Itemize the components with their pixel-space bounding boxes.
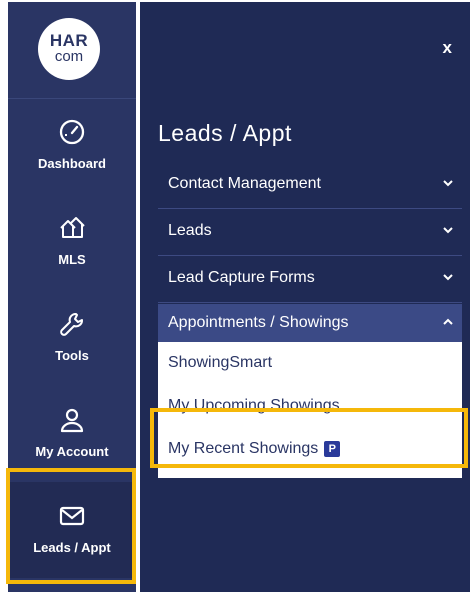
har-logo[interactable]: HAR com <box>38 18 100 80</box>
section-label: Leads <box>168 222 212 239</box>
nav-label-mls: MLS <box>58 252 86 267</box>
logo-line-1: HAR <box>49 31 89 50</box>
nav-item-dashboard[interactable]: Dashboard <box>8 98 136 194</box>
section-contact-management[interactable]: Contact Management <box>158 162 462 209</box>
logo-area: HAR com <box>8 2 136 99</box>
houses-icon <box>60 217 85 238</box>
close-button[interactable]: x <box>443 38 452 58</box>
nav-label-tools: Tools <box>55 348 89 363</box>
app-frame: HAR com Dashboard MLS Tools My Account L… <box>0 0 470 594</box>
nav-item-tools[interactable]: Tools <box>8 290 136 386</box>
user-icon <box>60 408 84 433</box>
highlight-box-recent-showings <box>150 408 468 468</box>
section-appointments-showings[interactable]: Appointments / Showings <box>158 304 462 342</box>
chevron-down-icon <box>443 274 453 281</box>
nav-item-mls[interactable]: MLS <box>8 194 136 290</box>
chevron-up-icon <box>443 318 453 325</box>
nav-label-my-account: My Account <box>35 444 109 459</box>
submenu-showingsmart[interactable]: ShowingSmart <box>168 354 272 372</box>
highlight-box-leads-appt <box>6 468 136 584</box>
section-label: Appointments / Showings <box>168 314 349 331</box>
section-lead-capture-forms[interactable]: Lead Capture Forms <box>158 256 462 303</box>
speedometer-icon <box>59 119 85 145</box>
chevron-down-icon <box>443 180 453 187</box>
section-label: Contact Management <box>168 175 321 192</box>
wrench-icon <box>60 313 83 336</box>
chevron-down-icon <box>443 227 453 234</box>
logo-line-2: com <box>54 48 84 65</box>
menu-panel: x Leads / Appt Contact Management Leads … <box>140 2 470 592</box>
section-leads[interactable]: Leads <box>158 209 462 256</box>
section-label: Lead Capture Forms <box>168 269 315 286</box>
nav-label-dashboard: Dashboard <box>38 156 106 171</box>
panel-title: Leads / Appt <box>158 120 292 146</box>
